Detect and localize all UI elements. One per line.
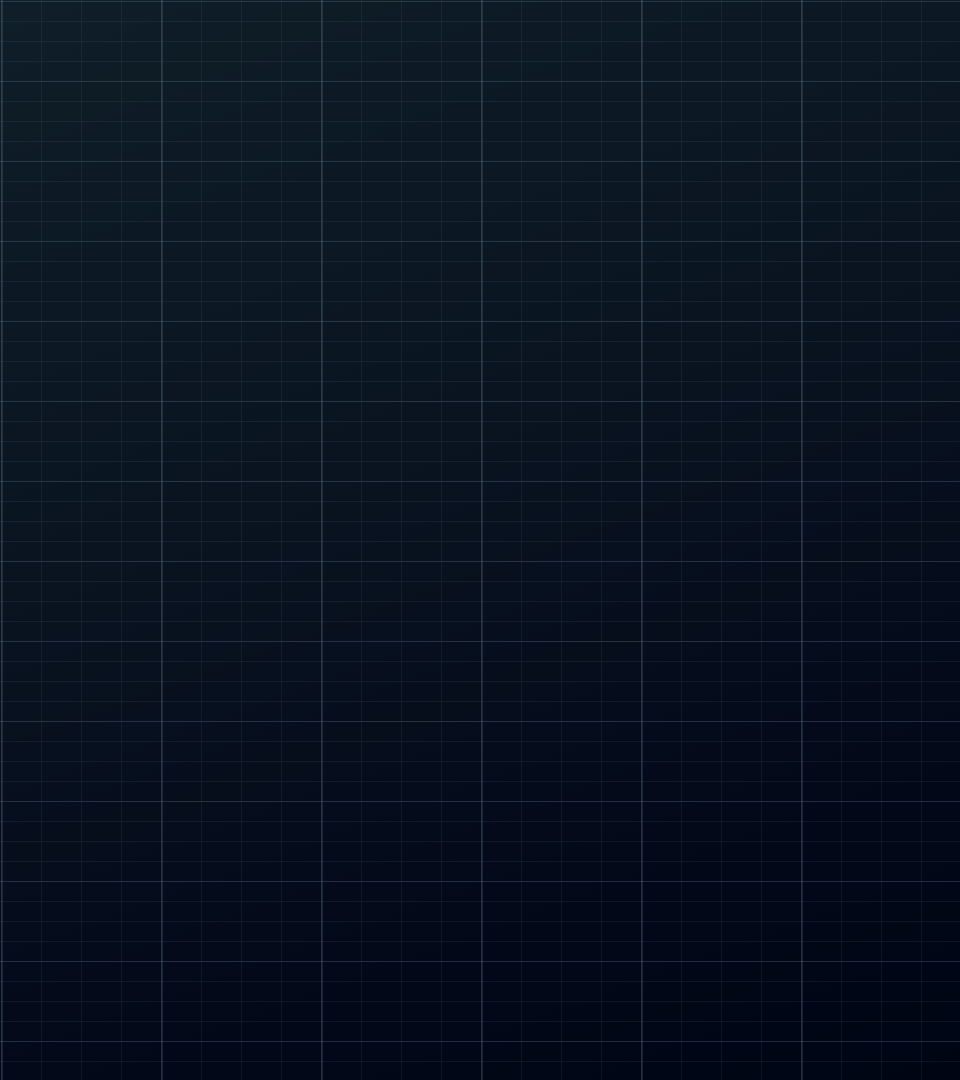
- grid-background-canvas: [0, 0, 960, 1080]
- fine-grid-overlay: [0, 0, 960, 1080]
- major-grid-overlay: [0, 0, 960, 1080]
